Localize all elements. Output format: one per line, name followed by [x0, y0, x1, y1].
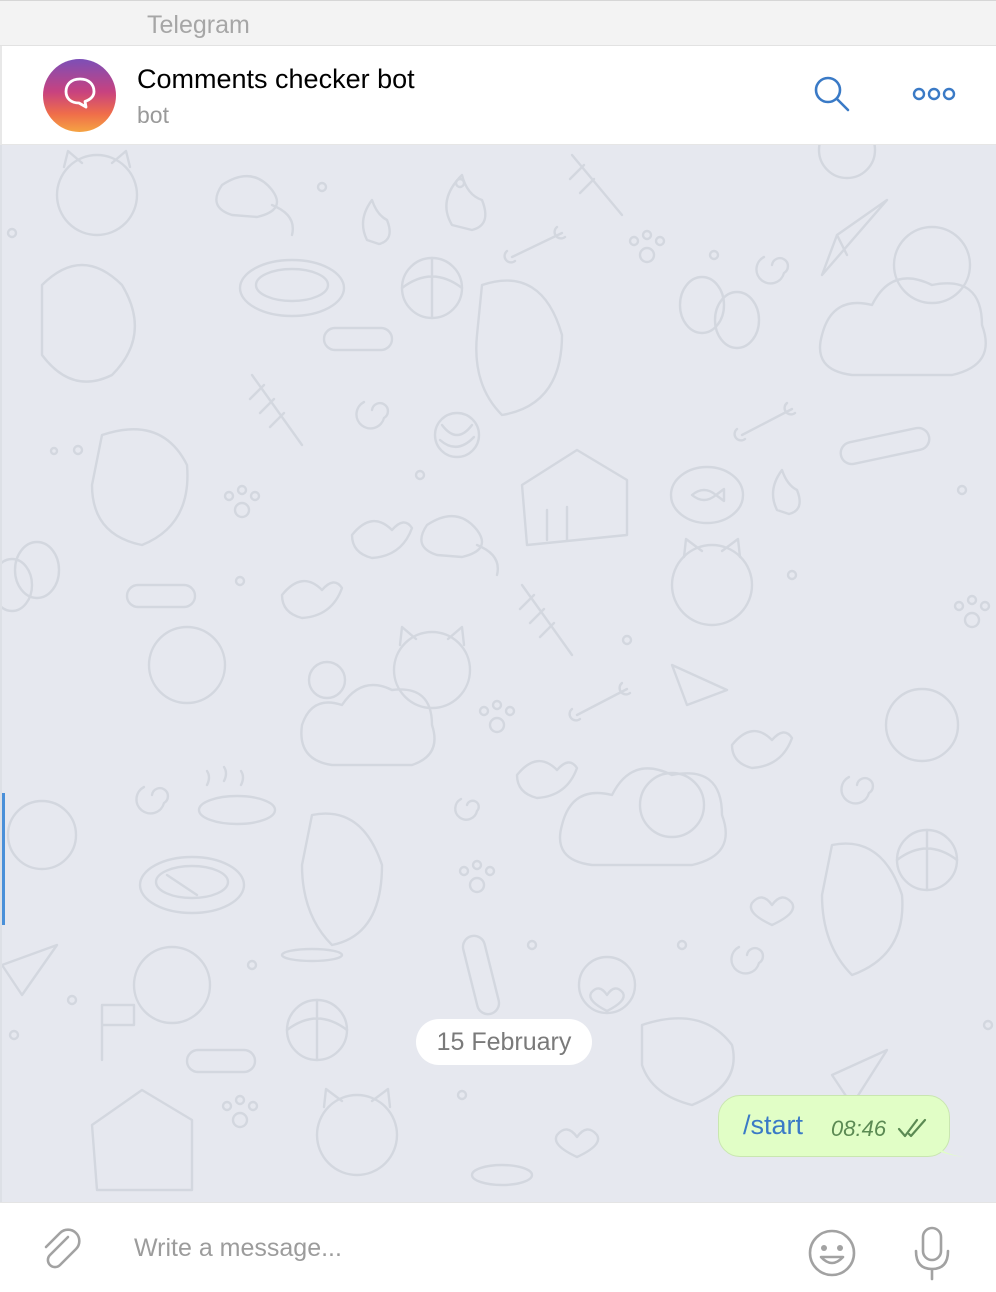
emoji-icon: [806, 1229, 858, 1283]
chat-history[interactable]: 15 February /start 08:46: [0, 145, 996, 1202]
window-title: Telegram: [147, 11, 250, 39]
message-time: 08:46: [831, 1116, 887, 1141]
voice-message-button[interactable]: [912, 1225, 952, 1281]
more-options-button[interactable]: [908, 84, 960, 108]
paperclip-icon: [38, 1228, 86, 1279]
microphone-icon: [912, 1226, 952, 1285]
double-check-icon: [897, 1117, 929, 1144]
chat-status: bot: [137, 102, 169, 128]
bubble-tail: [930, 1137, 964, 1157]
message-composer: [0, 1202, 996, 1292]
more-icon: [912, 86, 956, 107]
speech-bubble-icon: [60, 73, 100, 118]
active-chat-indicator: [2, 793, 5, 925]
emoji-button[interactable]: [806, 1227, 858, 1279]
telegram-window: Telegram Comments checker bot bot 15 Feb…: [0, 0, 996, 1292]
date-separator: 15 February: [416, 1019, 592, 1065]
message-input[interactable]: [124, 1225, 764, 1271]
message-text[interactable]: /start: [743, 1110, 803, 1141]
attach-button[interactable]: [38, 1227, 86, 1275]
chat-avatar[interactable]: [43, 59, 116, 132]
message-bubble-outgoing[interactable]: /start 08:46: [718, 1095, 950, 1157]
search-icon: [812, 74, 852, 119]
chat-header[interactable]: Comments checker bot bot: [0, 46, 996, 145]
search-button[interactable]: [808, 74, 856, 118]
title-bar: Telegram: [0, 0, 996, 46]
chat-name[interactable]: Comments checker bot: [137, 64, 415, 95]
